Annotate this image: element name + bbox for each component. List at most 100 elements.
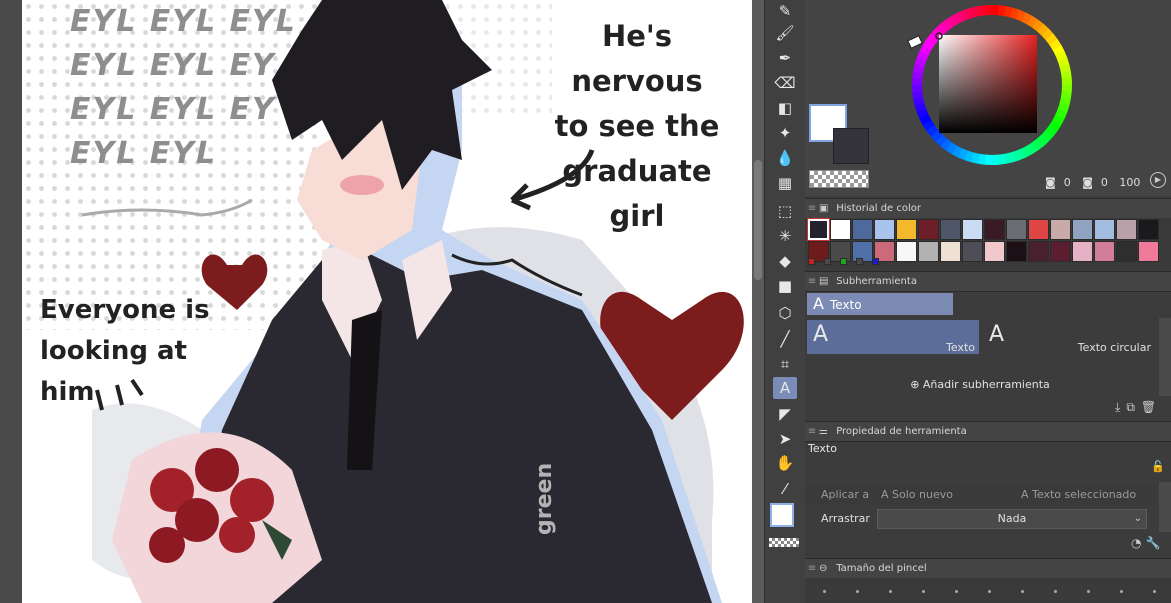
history-color-swatch[interactable] [1138,219,1159,240]
apply-new-option[interactable]: A Solo nuevo [881,485,953,505]
ruler-icon[interactable]: ⌗ [773,353,797,375]
toolbar-main-color[interactable] [770,503,794,527]
history-color-swatch[interactable] [1072,219,1093,240]
history-color-swatch[interactable] [830,219,851,240]
sparkle-icon[interactable]: ✦ [773,122,797,144]
paint-bucket-icon[interactable]: ◆ [773,250,797,272]
history-color-swatch[interactable] [918,241,939,262]
history-color-swatch[interactable] [940,219,961,240]
color-history-header[interactable]: ≡ ▣ Historial de color [805,198,1171,219]
object-select-icon[interactable]: ➤ [773,428,797,450]
history-color-swatch[interactable] [1138,241,1159,262]
history-color-swatch[interactable] [856,258,863,265]
history-color-swatch[interactable] [874,219,895,240]
toolbar-transparent-color[interactable] [769,538,799,547]
apply-selected-option[interactable]: A Texto seleccionado [1021,485,1136,505]
history-color-swatch[interactable] [918,219,939,240]
pen-nib-icon[interactable]: ✒ [773,47,797,69]
subtool-group-tab[interactable]: A Texto [807,293,953,315]
fill-bucket-small-icon[interactable]: ◧ [773,97,797,119]
history-color-swatch[interactable] [896,241,917,262]
wrench-icon[interactable]: 🔧 [1145,536,1164,550]
history-color-swatch[interactable] [1050,219,1071,240]
drag-dropdown[interactable]: Nada ⌄ [877,509,1147,529]
brush-size-preset[interactable] [988,590,991,593]
history-color-swatch[interactable] [962,241,983,262]
line-icon[interactable]: ╱ [773,328,797,350]
history-color-swatch[interactable] [872,258,879,265]
duplicate-icon[interactable]: ⧉ [1126,400,1141,414]
history-color-swatch[interactable] [807,218,830,241]
brush-size-preset[interactable] [1087,590,1090,593]
subtool-item-circular-text[interactable]: A Texto circular [983,320,1155,354]
history-color-swatch[interactable] [1006,241,1027,262]
brush-size-preset[interactable] [889,590,892,593]
history-color-swatch[interactable] [1116,219,1137,240]
history-color-swatch[interactable] [940,241,961,262]
menu-grip-icon[interactable]: ≡ [805,422,819,441]
eyedropper-icon[interactable]: ⁄ [773,478,797,500]
scroll-thumb[interactable] [754,160,762,280]
subtool-header[interactable]: ≡ ▤ Subherramienta [805,271,1171,292]
history-color-swatch[interactable] [1028,241,1049,262]
text-tool-icon[interactable]: A [773,377,797,399]
brush-size-preset[interactable] [922,590,925,593]
history-color-swatch[interactable] [984,241,1005,262]
history-color-swatch[interactable] [840,258,847,265]
gradient-icon[interactable]: ■ [773,275,797,297]
gauge-icon[interactable]: ◔ [1131,536,1145,550]
play-icon[interactable]: ▶ [1150,172,1166,188]
history-color-swatch[interactable] [896,219,917,240]
history-color-swatch[interactable] [808,258,815,265]
history-color-swatch[interactable] [824,258,831,265]
subtool-item-text[interactable]: A Texto [807,320,979,354]
3d-object-icon[interactable]: ⬡ [773,302,797,324]
brush-size-preset[interactable] [1021,590,1024,593]
history-color-swatch[interactable] [1006,219,1027,240]
magic-wand-icon[interactable]: ✳ [773,225,797,247]
history-color-swatch[interactable] [1050,241,1071,262]
grid-icon[interactable]: ▦ [773,172,797,194]
balloon-icon[interactable]: ◤ [773,403,797,425]
history-color-swatch[interactable] [1094,219,1115,240]
color-history-grid[interactable] [805,218,1171,268]
brush-size-preset[interactable] [1054,590,1057,593]
history-color-swatch[interactable] [1094,241,1115,262]
blend-drop-icon[interactable]: 💧 [773,147,797,169]
selection-marquee-icon[interactable]: ⬚ [773,200,797,222]
menu-grip-icon[interactable]: ≡ [805,559,819,578]
brush-size-icon: ⊖ [819,563,828,574]
color-wheel[interactable] [805,0,1171,196]
tool-property-header[interactable]: ≡ ⚌ Propiedad de herramienta [805,421,1171,442]
brush-size-preset[interactable] [955,590,958,593]
brush-size-presets[interactable] [805,578,1171,603]
menu-grip-icon[interactable]: ≡ [805,272,819,291]
subtool-scrollbar[interactable] [1159,318,1171,396]
canvas-scrollbar[interactable] [752,0,764,603]
lock-icon[interactable]: 🔓 [1151,460,1165,473]
add-subtool-button[interactable]: ⊕ Añadir subherramienta [805,376,1155,394]
transparent-color-swatch[interactable] [809,170,869,188]
canvas-area[interactable]: EYL EYL EYL EYL EYL EY EYL EYL EY EYL EY… [0,0,752,603]
menu-grip-icon[interactable]: ≡ [805,199,819,218]
trash-icon[interactable]: 🗑 [1141,400,1162,414]
artwork-canvas[interactable]: EYL EYL EYL EYL EYL EY EYL EYL EY EYL EY… [22,0,752,603]
brush-size-preset[interactable] [823,590,826,593]
import-icon[interactable]: ⤓ [1115,400,1126,414]
pen-icon[interactable]: ✎ [773,0,797,22]
brush-size-preset[interactable] [856,590,859,593]
brush-size-header[interactable]: ≡ ⊖ Tamaño del pincel [805,558,1171,579]
brush-icon[interactable]: 🖌 [773,22,797,44]
history-color-swatch[interactable] [852,219,873,240]
history-color-swatch[interactable] [1028,219,1049,240]
history-color-swatch[interactable] [1072,241,1093,262]
history-color-swatch[interactable] [1116,241,1137,262]
hand-icon[interactable]: ✋ [773,452,797,474]
sub-color-swatch[interactable] [833,128,869,164]
brush-size-preset[interactable] [1120,590,1123,593]
history-color-swatch[interactable] [984,219,1005,240]
property-scrollbar[interactable] [1159,482,1171,532]
brush-size-preset[interactable] [1153,590,1156,593]
history-color-swatch[interactable] [962,219,983,240]
eraser-icon[interactable]: ⌫ [773,72,797,94]
